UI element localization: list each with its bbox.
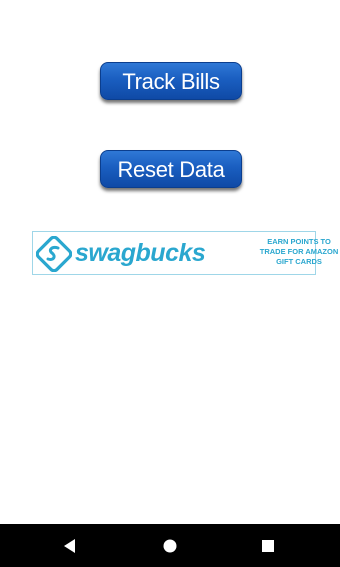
track-bills-button[interactable]: Track Bills bbox=[100, 62, 242, 100]
ad-brand-name: swagbucks bbox=[75, 239, 206, 267]
ad-tagline-line: GIFT CARDS bbox=[276, 257, 322, 266]
swagbucks-ad-banner[interactable]: swagbucks EARN POINTS TO TRADE FOR AMAZO… bbox=[32, 231, 338, 275]
recents-square-icon[interactable] bbox=[258, 536, 278, 556]
home-circle-icon[interactable] bbox=[160, 536, 180, 556]
app-screen: Track Bills Reset Data swagbucks EARN PO… bbox=[0, 0, 340, 567]
ad-tagline-line: TRADE FOR AMAZON bbox=[259, 247, 339, 256]
ad-tagline-line: EARN POINTS TO bbox=[267, 237, 331, 246]
android-navigation-bar bbox=[0, 524, 340, 567]
reset-data-button[interactable]: Reset Data bbox=[100, 150, 242, 188]
ad-tagline: EARN POINTS TO TRADE FOR AMAZON GIFT CAR… bbox=[255, 237, 340, 267]
swagbucks-logo-icon bbox=[36, 236, 72, 272]
back-triangle-icon[interactable] bbox=[60, 536, 80, 556]
